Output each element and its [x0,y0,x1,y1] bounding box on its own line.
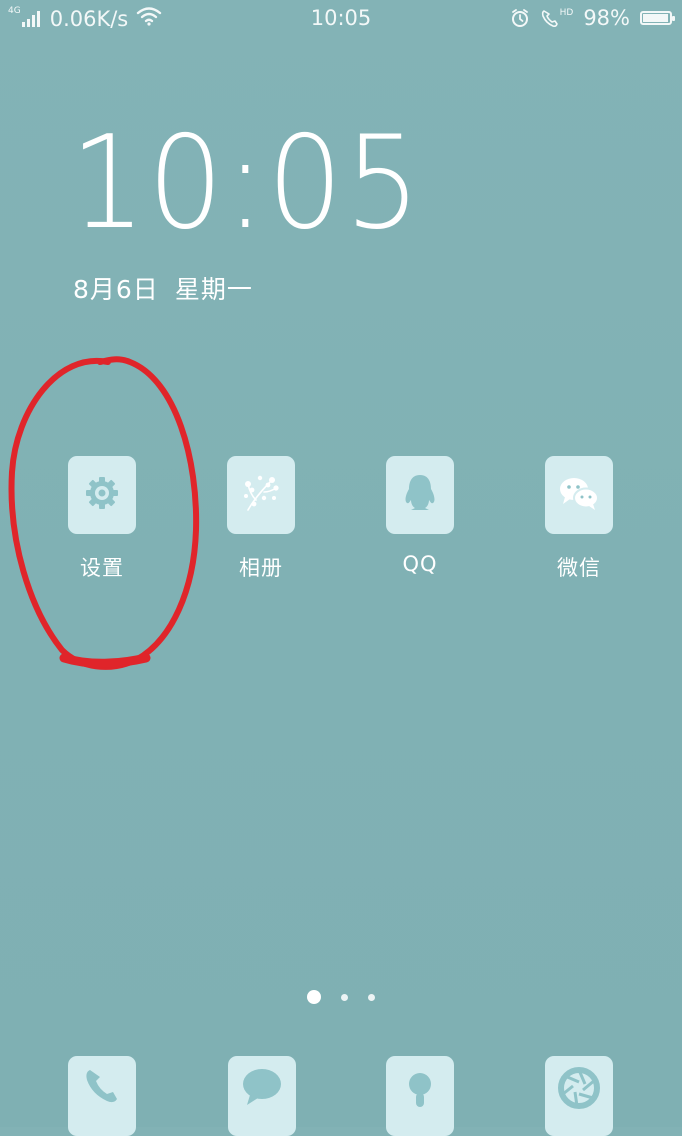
page-dot[interactable] [368,993,375,1001]
weekday-label: 星期一 [174,275,253,304]
qq-penguin-icon [400,471,440,519]
gear-icon [82,473,122,517]
page-dot-active[interactable] [307,990,321,1004]
dock-phone[interactable] [68,1056,136,1136]
app-tile[interactable] [545,456,613,534]
app-label: 微信 [557,556,601,580]
battery-level [643,14,669,22]
camera-icon [555,1064,603,1116]
date-label: 8月6日 [73,275,159,304]
app-qq[interactable]: QQ [360,456,480,576]
page-indicator [0,990,682,1004]
app-label: QQ [402,552,438,576]
page-dot[interactable] [341,993,348,1001]
hd-call-icon: HD [540,8,574,28]
battery-icon [640,11,675,25]
alarm-icon [510,8,530,28]
wechat-icon [557,473,601,517]
home-screen: 4G 0.06K/s 10:05 HD 98% 10:05 8月6日 星期一 设… [0,0,682,1136]
dock-browser[interactable] [386,1056,454,1136]
app-tile[interactable] [68,456,136,534]
app-gallery[interactable]: 相册 [201,456,321,582]
app-wechat[interactable]: 微信 [519,456,639,582]
app-tile[interactable] [227,456,295,534]
app-settings[interactable]: 设置 [42,456,162,582]
messages-icon [238,1064,286,1112]
gallery-icon [238,470,284,520]
status-right: HD 98% [510,6,675,30]
app-label: 相册 [239,556,283,580]
battery-percent: 98% [583,6,630,30]
dock-camera[interactable] [545,1056,613,1136]
clock-time[interactable]: 10:05 [70,120,422,248]
hd-badge: HD [559,8,574,18]
status-bar: 4G 0.06K/s 10:05 HD 98% [0,0,682,36]
app-tile[interactable] [386,456,454,534]
browser-icon [400,1064,440,1116]
app-label: 设置 [80,556,124,580]
dock-messages[interactable] [228,1056,296,1136]
clock-date: 8月6日 星期一 [73,270,253,306]
phone-icon [80,1064,124,1112]
